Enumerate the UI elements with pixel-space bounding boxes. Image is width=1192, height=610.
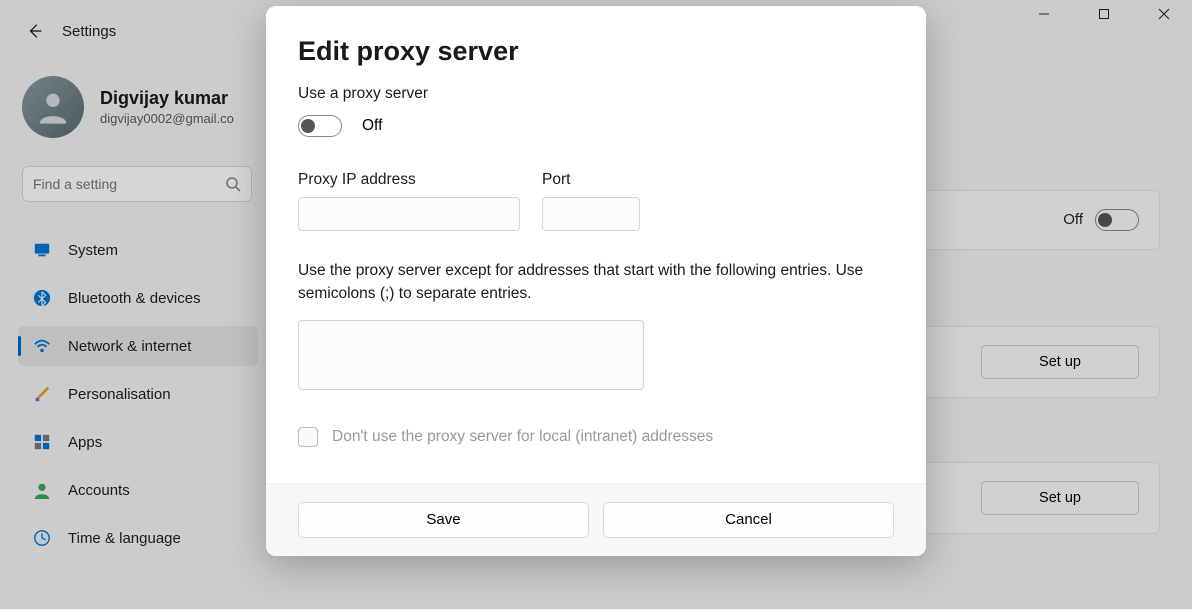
local-addresses-checkbox[interactable] [298, 427, 318, 447]
local-addresses-label: Don't use the proxy server for local (in… [332, 428, 713, 446]
toggle-state-label: Off [362, 117, 382, 135]
save-button[interactable]: Save [298, 502, 589, 538]
modal-title: Edit proxy server [298, 36, 894, 67]
edit-proxy-modal: Edit proxy server Use a proxy server Off… [266, 6, 926, 556]
exceptions-input[interactable] [298, 320, 644, 390]
exceptions-text: Use the proxy server except for addresse… [298, 259, 894, 306]
use-proxy-toggle[interactable] [298, 115, 342, 137]
modal-actions: Save Cancel [266, 483, 926, 556]
proxy-port-input[interactable] [542, 197, 640, 231]
modal-overlay: Edit proxy server Use a proxy server Off… [0, 0, 1192, 609]
ip-label: Proxy IP address [298, 171, 520, 189]
port-label: Port [542, 171, 640, 189]
proxy-ip-input[interactable] [298, 197, 520, 231]
cancel-button[interactable]: Cancel [603, 502, 894, 538]
use-proxy-label: Use a proxy server [298, 85, 894, 103]
